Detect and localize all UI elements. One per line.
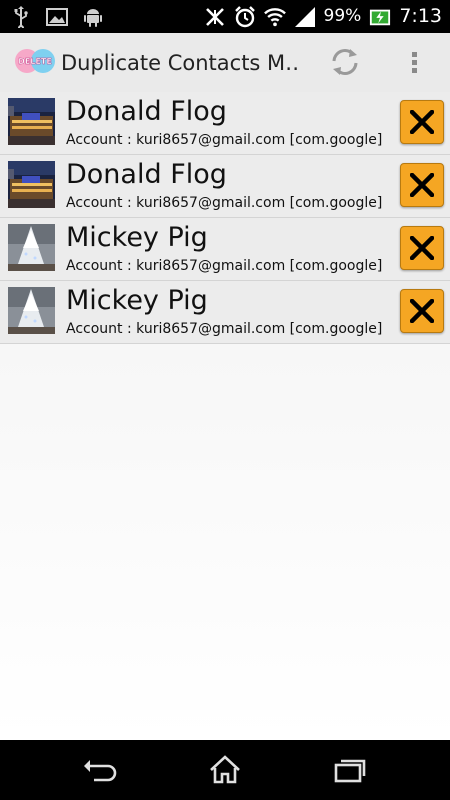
refresh-icon [332, 49, 358, 75]
close-icon [410, 236, 434, 260]
svg-text:DELETE: DELETE [18, 57, 52, 66]
home-icon [210, 755, 240, 784]
alarm-icon [234, 5, 255, 27]
app-title: Duplicate Contacts M… [61, 51, 301, 75]
wifi-icon [263, 7, 286, 26]
delete-button[interactable] [400, 226, 444, 270]
contact-photo [8, 161, 55, 208]
signal-icon [294, 6, 315, 27]
back-icon [84, 760, 117, 782]
contact-photo [8, 224, 55, 271]
contact-name: Donald Flog [66, 159, 227, 190]
contact-name: Mickey Pig [66, 222, 208, 253]
contact-photo [8, 98, 55, 145]
duplicate-contacts-list: Donald Flog Account : kuri8657@gmail.com… [0, 92, 450, 344]
contact-row[interactable]: Donald Flog Account : kuri8657@gmail.com… [0, 155, 450, 218]
clock: 7:13 [399, 5, 442, 27]
home-button[interactable] [205, 754, 245, 786]
app-logo-icon: DELETE [15, 49, 55, 73]
contact-account: Account : kuri8657@gmail.com [com.google… [66, 195, 383, 211]
delete-button[interactable] [400, 100, 444, 144]
contact-name: Donald Flog [66, 96, 227, 127]
recent-apps-button[interactable] [330, 754, 370, 786]
contact-account: Account : kuri8657@gmail.com [com.google… [66, 132, 383, 148]
status-bar: 99% 7:13 [0, 0, 450, 33]
contact-row[interactable]: Donald Flog Account : kuri8657@gmail.com… [0, 92, 450, 155]
system-status: 99% 7:13 [204, 4, 442, 29]
usb-icon [14, 5, 28, 28]
contact-account: Account : kuri8657@gmail.com [com.google… [66, 258, 383, 274]
battery-charging-icon [370, 9, 391, 25]
navigation-bar [0, 740, 450, 800]
mute-icon [205, 7, 224, 26]
overflow-menu-icon [412, 52, 417, 73]
close-icon [410, 299, 434, 323]
close-icon [410, 173, 434, 197]
battery-percent: 99% [323, 6, 362, 26]
action-bar: DELETE Duplicate Contacts M… [0, 33, 450, 93]
close-icon [410, 110, 434, 134]
delete-button[interactable] [400, 163, 444, 207]
android-icon [84, 8, 102, 27]
contact-name: Mickey Pig [66, 285, 208, 316]
image-icon [46, 7, 68, 26]
back-button[interactable] [80, 754, 120, 786]
contact-row[interactable]: Mickey Pig Account : kuri8657@gmail.com … [0, 218, 450, 281]
contact-photo [8, 287, 55, 334]
overflow-menu-button[interactable] [400, 43, 430, 81]
contact-row[interactable]: Mickey Pig Account : kuri8657@gmail.com … [0, 281, 450, 344]
delete-button[interactable] [400, 289, 444, 333]
notification-icons [10, 5, 104, 28]
contact-account: Account : kuri8657@gmail.com [com.google… [66, 321, 383, 337]
recent-apps-icon [334, 759, 366, 783]
refresh-button[interactable] [326, 43, 364, 81]
